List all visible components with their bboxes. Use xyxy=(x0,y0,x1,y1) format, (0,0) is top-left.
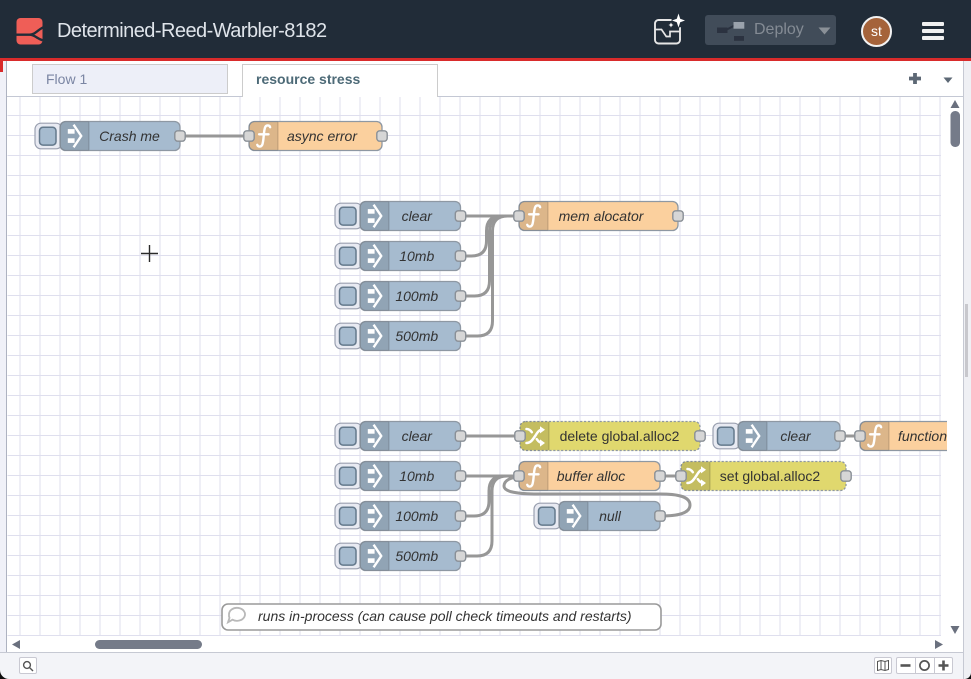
svg-text:set global.alloc2: set global.alloc2 xyxy=(720,468,821,484)
svg-text:buffer alloc: buffer alloc xyxy=(557,468,625,484)
svg-text:10mb: 10mb xyxy=(399,248,434,264)
svg-text:clear: clear xyxy=(402,428,434,444)
svg-text:10mb: 10mb xyxy=(399,468,434,484)
svg-text:mem alocator: mem alocator xyxy=(559,208,645,224)
svg-text:runs in-process (can cause pol: runs in-process (can cause poll check ti… xyxy=(258,608,632,624)
svg-text:clear: clear xyxy=(780,428,812,444)
svg-text:500mb: 500mb xyxy=(395,328,438,344)
svg-text:async error: async error xyxy=(287,128,358,144)
svg-text:null: null xyxy=(599,508,622,524)
svg-text:100mb: 100mb xyxy=(395,508,438,524)
svg-text:delete global.alloc2: delete global.alloc2 xyxy=(560,428,680,444)
svg-text:100mb: 100mb xyxy=(395,288,438,304)
svg-text:Crash me: Crash me xyxy=(99,128,160,144)
svg-text:500mb: 500mb xyxy=(395,548,438,564)
svg-text:function: function xyxy=(898,428,947,444)
svg-text:clear: clear xyxy=(402,208,434,224)
